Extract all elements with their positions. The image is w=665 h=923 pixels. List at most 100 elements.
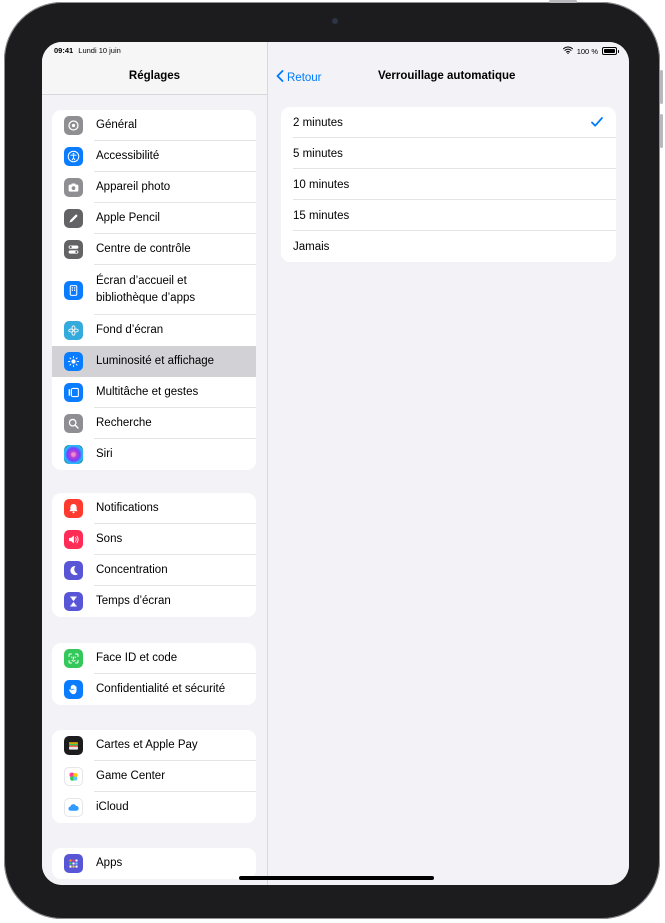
settings-group-general: Général Accessibilité Appareil photo App… (52, 110, 256, 470)
option-never[interactable]: Jamais (281, 231, 616, 262)
option-label: 10 minutes (293, 178, 350, 191)
option-2-minutes[interactable]: 2 minutes (281, 107, 616, 138)
sidebar-item-icloud[interactable]: iCloud (52, 792, 256, 823)
face-id-icon (64, 649, 83, 668)
sidebar-item-label: Appareil photo (96, 181, 171, 194)
sidebar-item-multitasking[interactable]: Multitâche et gestes (52, 377, 256, 408)
option-10-minutes[interactable]: 10 minutes (281, 169, 616, 200)
sidebar-item-camera[interactable]: Appareil photo (52, 172, 256, 203)
flower-icon (64, 321, 83, 340)
sidebar-item-label: Game Center (96, 770, 166, 783)
settings-sidebar: 09:41 Lundi 10 juin Réglages Général Acc… (42, 42, 268, 885)
chevron-left-icon (276, 70, 284, 85)
cloud-icon (64, 798, 83, 817)
battery-icon (602, 47, 619, 55)
sidebar-item-focus[interactable]: Concentration (52, 555, 256, 586)
option-label: 15 minutes (293, 209, 350, 222)
sidebar-item-sounds[interactable]: Sons (52, 524, 256, 555)
battery-percent: 100 % (576, 46, 598, 56)
sidebar-item-label: Concentration (96, 564, 168, 577)
page-title: Verrouillage automatique (378, 70, 516, 82)
status-time: 09:41 (54, 46, 74, 55)
gear-icon (64, 116, 83, 135)
sidebar-item-label: Luminosité et affichage (96, 355, 215, 368)
sidebar-item-label: Multitâche et gestes (96, 386, 199, 399)
speaker-icon (64, 530, 83, 549)
multitasking-icon (64, 383, 83, 402)
sidebar-item-label: Accessibilité (96, 150, 160, 163)
option-label: 2 minutes (293, 116, 343, 129)
settings-group-notifications: Notifications Sons Concentration Temps d… (52, 493, 256, 617)
sidebar-item-label: Apple Pencil (96, 212, 160, 225)
home-indicator[interactable] (239, 876, 434, 880)
sidebar-item-accessibility[interactable]: Accessibilité (52, 141, 256, 172)
toggles-icon (64, 240, 83, 259)
moon-icon (64, 561, 83, 580)
top-button (549, 0, 577, 3)
sidebar-item-label: Centre de contrôle (96, 243, 191, 256)
sidebar-item-label: Recherche (96, 417, 152, 430)
wallet-icon (64, 736, 83, 755)
back-label: Retour (287, 71, 322, 84)
sidebar-item-label: Général (96, 119, 137, 132)
status-date: Lundi 10 juin (78, 46, 121, 55)
sidebar-item-label: Cartes et Apple Pay (96, 739, 198, 752)
sidebar-item-label: Siri (96, 448, 113, 461)
pencil-icon (64, 209, 83, 228)
front-camera (332, 18, 338, 24)
status-indicators: 100 % (562, 46, 619, 56)
apps-grid-icon (64, 854, 83, 873)
sidebar-item-search[interactable]: Recherche (52, 408, 256, 439)
settings-group-services: Cartes et Apple Pay Game Center iCloud (52, 730, 256, 823)
option-5-minutes[interactable]: 5 minutes (281, 138, 616, 169)
sidebar-item-label: Temps d’écran (96, 595, 171, 608)
back-button[interactable]: Retour (276, 70, 322, 85)
sidebar-item-face-id[interactable]: Face ID et code (52, 643, 256, 674)
hand-icon (64, 680, 83, 699)
sidebar-item-wallet[interactable]: Cartes et Apple Pay (52, 730, 256, 761)
checkmark-icon (591, 117, 603, 127)
status-time-date: 09:41 Lundi 10 juin (54, 46, 121, 55)
option-label: 5 minutes (293, 147, 343, 160)
sidebar-item-general[interactable]: Général (52, 110, 256, 141)
search-icon (64, 414, 83, 433)
ipad-frame: 09:41 Lundi 10 juin Réglages Général Acc… (4, 2, 660, 919)
sidebar-title: Réglages (128, 70, 181, 82)
sidebar-item-label: Écran d’accueil et bibliothèque d’apps (96, 275, 196, 304)
game-center-icon (64, 767, 83, 786)
sidebar-item-label: iCloud (96, 801, 129, 814)
sidebar-item-label: Sons (96, 533, 123, 546)
bell-icon (64, 499, 83, 518)
home-screen-icon (64, 280, 83, 300)
sidebar-item-privacy[interactable]: Confidentialité et sécurité (52, 674, 256, 705)
sidebar-item-notifications[interactable]: Notifications (52, 493, 256, 524)
sidebar-item-label: Fond d’écran (96, 324, 164, 337)
sidebar-item-label: Confidentialité et sécurité (96, 683, 226, 696)
sidebar-item-screen-time[interactable]: Temps d’écran (52, 586, 256, 617)
option-15-minutes[interactable]: 15 minutes (281, 200, 616, 231)
brightness-icon (64, 352, 83, 371)
siri-icon (64, 445, 83, 464)
sidebar-item-label: Apps (96, 857, 123, 870)
volume-down-button (660, 114, 663, 148)
sidebar-item-game-center[interactable]: Game Center (52, 761, 256, 792)
settings-group-apps: Apps (52, 848, 256, 879)
screen: 09:41 Lundi 10 juin Réglages Général Acc… (42, 42, 629, 885)
sidebar-item-siri[interactable]: Siri (52, 439, 256, 470)
sidebar-item-control-center[interactable]: Centre de contrôle (52, 234, 256, 265)
auto-lock-options: 2 minutes 5 minutes 10 minutes 15 minute… (281, 107, 616, 262)
volume-up-button (660, 70, 663, 104)
sidebar-item-home-screen[interactable]: Écran d’accueil et bibliothèque d’apps (52, 265, 256, 315)
detail-pane: 100 % Retour Verrouillage automatique 2 … (268, 42, 629, 885)
camera-icon (64, 178, 83, 197)
sidebar-item-apps[interactable]: Apps (52, 848, 256, 879)
hourglass-icon (64, 592, 83, 611)
sidebar-item-label: Notifications (96, 502, 159, 515)
sidebar-item-apple-pencil[interactable]: Apple Pencil (52, 203, 256, 234)
option-label: Jamais (293, 240, 330, 253)
sidebar-item-display-brightness[interactable]: Luminosité et affichage (52, 346, 256, 377)
sidebar-item-wallpaper[interactable]: Fond d’écran (52, 315, 256, 346)
accessibility-icon (64, 147, 83, 166)
settings-group-security: Face ID et code Confidentialité et sécur… (52, 643, 256, 705)
sidebar-item-label: Face ID et code (96, 652, 178, 665)
